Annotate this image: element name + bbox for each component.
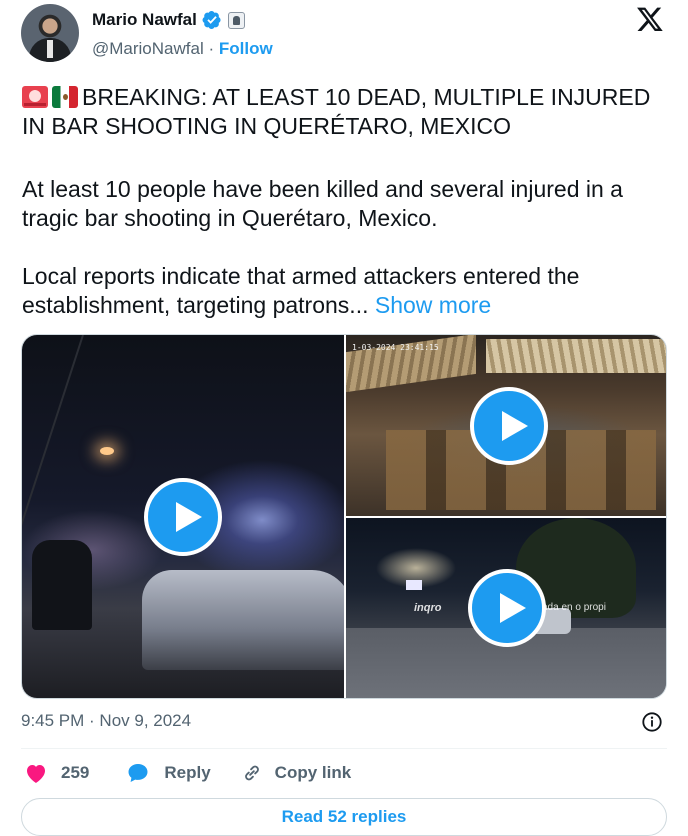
headline-text: BREAKING: AT LEAST 10 DEAD, MULTIPLE INJ…: [22, 84, 651, 139]
x-logo-icon[interactable]: [636, 5, 664, 33]
tweet-headline: BREAKING: AT LEAST 10 DEAD, MULTIPLE INJ…: [22, 83, 670, 141]
like-button[interactable]: 259: [21, 762, 89, 784]
video-thumbnail-road[interactable]: inqro ada en o propi: [346, 518, 666, 698]
video-thumbnail-street[interactable]: [22, 335, 344, 698]
separator-dot: ·: [208, 39, 215, 58]
video-thumbnail-bar-cctv[interactable]: 1-03-2024 23:41:15: [346, 335, 666, 516]
play-button-icon[interactable]: [468, 569, 546, 647]
affiliate-badge-icon[interactable]: [227, 11, 245, 29]
cctv-timestamp: 1-03-2024 23:41:15: [352, 343, 439, 352]
power-line: [22, 335, 84, 526]
play-button-icon[interactable]: [470, 387, 548, 465]
link-icon: [244, 765, 259, 781]
follow-button[interactable]: Follow: [219, 39, 273, 58]
divider: [21, 748, 667, 749]
mexico-flag-emoji: [52, 86, 78, 108]
author-handle[interactable]: @MarioNawfal: [92, 39, 204, 58]
tweet-timestamp[interactable]: 9:45 PM · Nov 9, 2024: [21, 711, 191, 731]
copy-link-button[interactable]: Copy link: [240, 762, 352, 784]
police-siren-emoji: [22, 86, 48, 108]
tweet-paragraph-1: At least 10 people have been killed and …: [22, 176, 623, 231]
tweet-card: Mario Nawfal @MarioNawfal · Follow BREAK…: [0, 0, 688, 836]
info-icon[interactable]: [641, 711, 663, 733]
verified-badge-icon: [202, 11, 221, 29]
action-bar: 259 Reply Copy link: [21, 760, 351, 786]
palapa-roof-right: [486, 339, 666, 373]
avatar-shirt: [47, 40, 53, 58]
author-name[interactable]: Mario Nawfal: [92, 10, 197, 30]
bystanders-silhouette: [32, 540, 92, 630]
author-handle-row: @MarioNawfal · Follow: [92, 39, 273, 59]
reply-button[interactable]: Reply: [126, 762, 211, 784]
speech-bubble-icon: [128, 764, 148, 782]
author-avatar[interactable]: [21, 4, 79, 62]
copy-link-label: Copy link: [274, 763, 352, 782]
video-watermark: inqro: [414, 602, 442, 614]
author-name-row: Mario Nawfal: [92, 9, 245, 31]
store-sign: [406, 580, 422, 590]
like-count: 259: [61, 763, 90, 782]
play-button-icon[interactable]: [144, 478, 222, 556]
police-car: [142, 570, 344, 670]
heart-icon: [27, 765, 45, 783]
video-caption: ada en o propi: [542, 602, 606, 613]
street-lamp: [100, 447, 114, 455]
read-replies-button[interactable]: Read 52 replies: [21, 798, 667, 836]
paragraph-2-text: Local reports indicate that armed attack…: [22, 263, 580, 318]
tweet-paragraph-2: Local reports indicate that armed attack…: [22, 262, 670, 320]
reply-label: Reply: [164, 763, 211, 782]
show-more-link[interactable]: Show more: [375, 292, 491, 318]
media-grid: 1-03-2024 23:41:15 inqro ada en o propi: [21, 334, 667, 699]
